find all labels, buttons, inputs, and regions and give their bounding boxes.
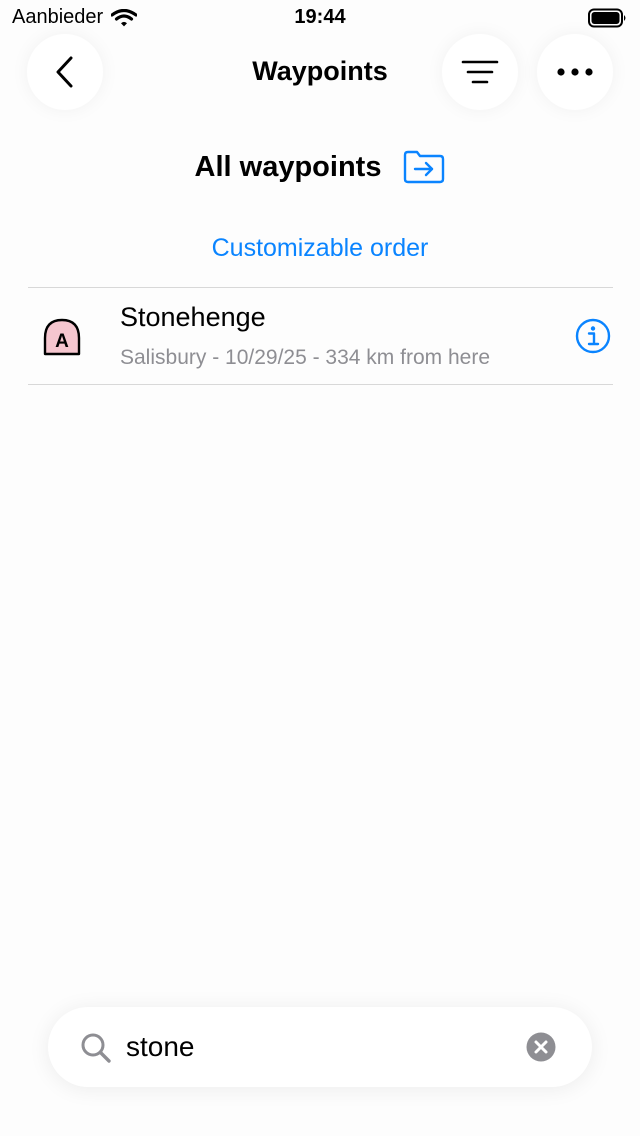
status-time: 19:44 — [294, 6, 346, 28]
waypoint-marker-icon: A — [43, 318, 81, 356]
filter-button[interactable] — [442, 34, 518, 110]
list-item[interactable]: A Stonehenge Salisbury - 10/29/25 - 334 … — [28, 288, 613, 384]
folder-header[interactable]: All waypoints — [0, 150, 640, 184]
status-bar: Aanbieder 19:44 — [0, 0, 640, 36]
more-button[interactable] — [537, 34, 613, 110]
folder-title: All waypoints — [194, 150, 382, 183]
divider — [28, 384, 613, 385]
clear-icon[interactable] — [526, 1032, 556, 1062]
sort-order-link[interactable]: Customizable order — [0, 234, 640, 263]
waypoint-subtitle: Salisbury - 10/29/25 - 334 km from here — [120, 346, 491, 369]
filter-icon — [461, 60, 499, 84]
folder-arrow-icon[interactable] — [403, 150, 445, 184]
search-input[interactable] — [126, 1025, 506, 1069]
search-icon — [81, 1033, 111, 1063]
waypoint-name: Stonehenge — [120, 302, 266, 332]
battery-icon — [588, 8, 626, 28]
search-bar[interactable] — [48, 1007, 592, 1087]
more-icon — [557, 68, 593, 76]
info-icon[interactable] — [575, 318, 611, 354]
waypoint-marker-letter: A — [55, 331, 69, 352]
